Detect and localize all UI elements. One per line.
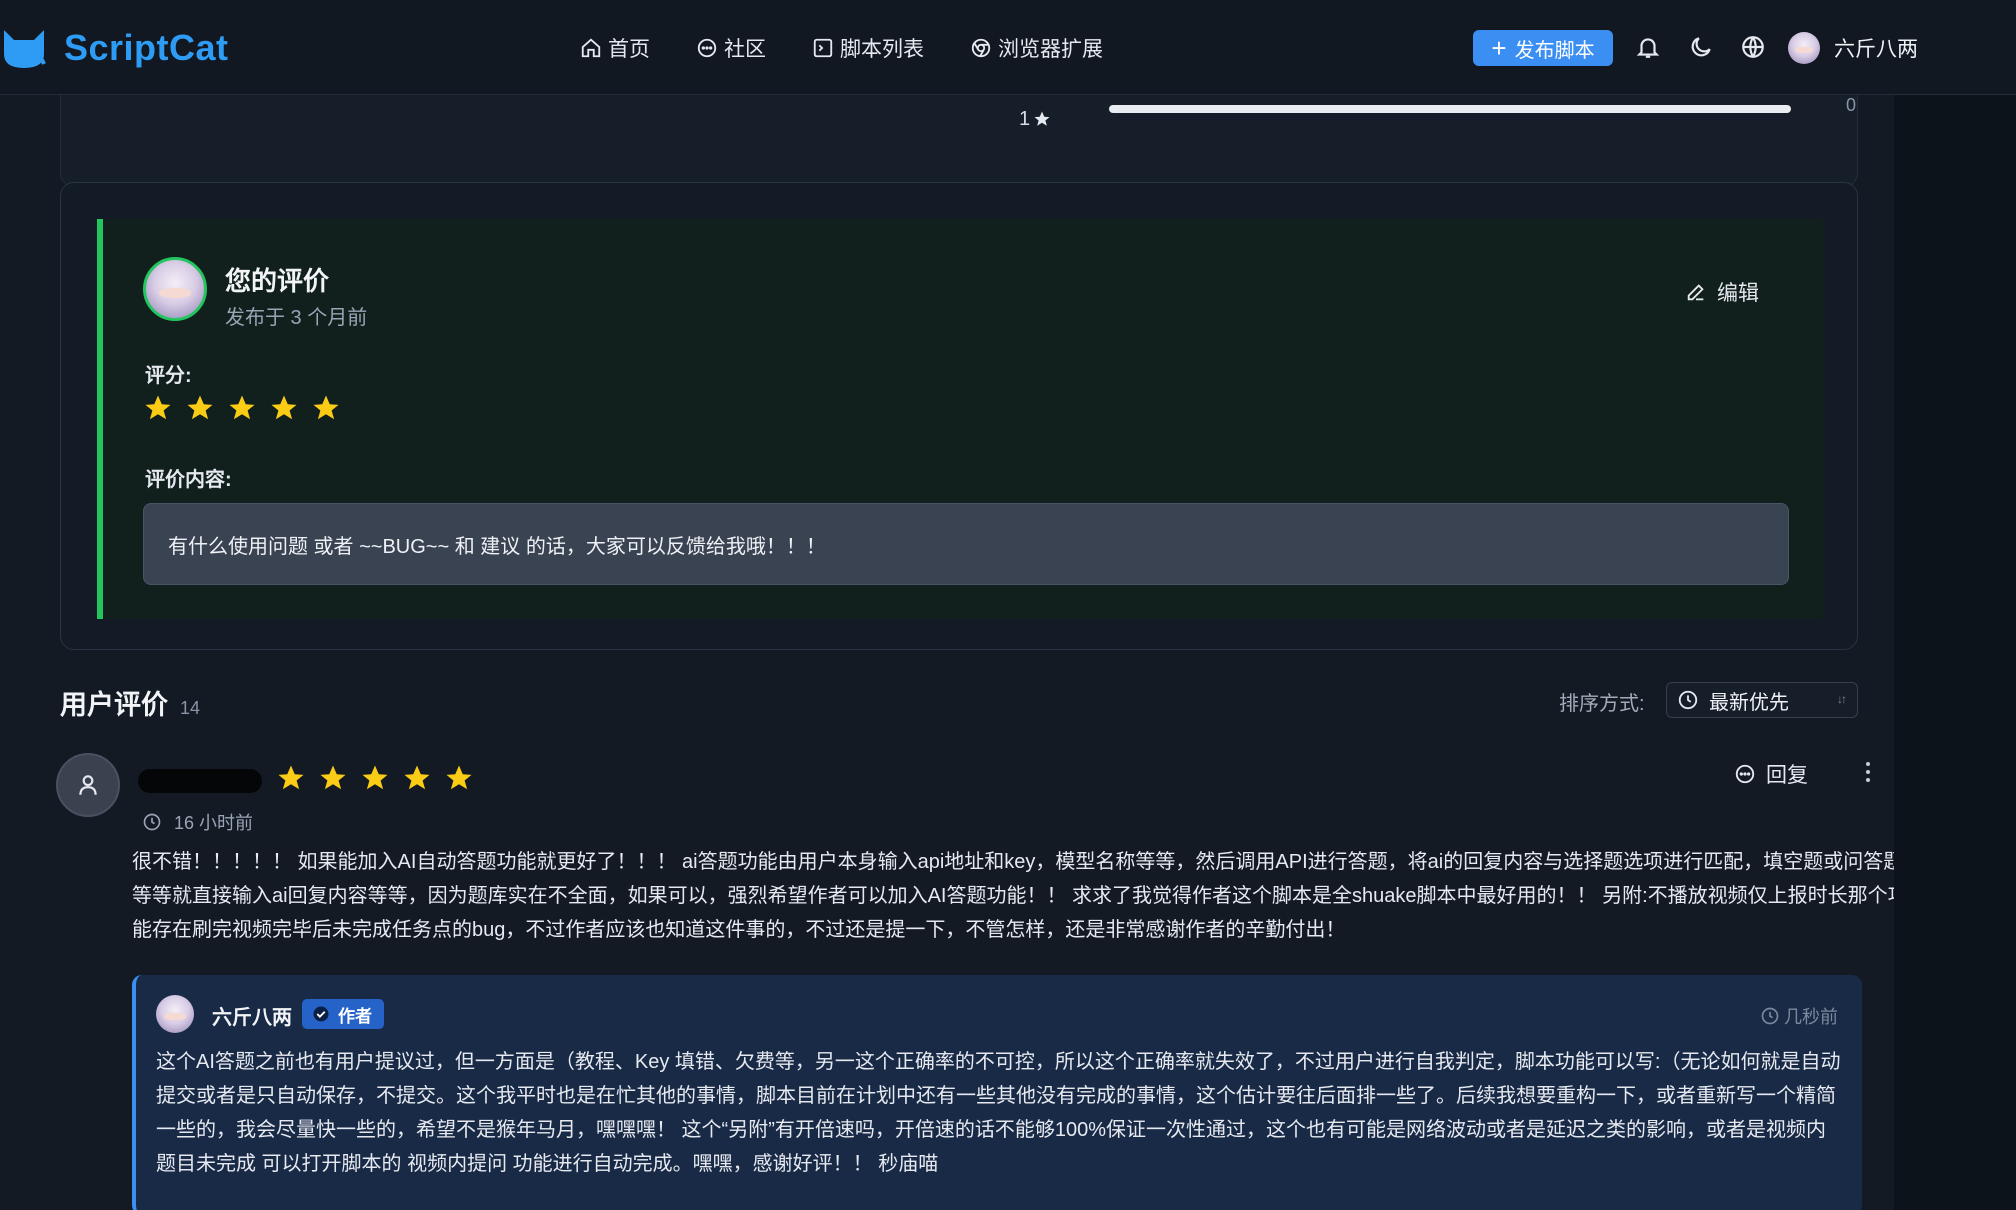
star-icon: [404, 765, 430, 790]
nav-link-label: 首页: [608, 38, 650, 61]
author-badge-label: 作者: [338, 1006, 372, 1026]
user-avatar: [1788, 32, 1820, 64]
your-review-content: 有什么使用问题 或者 ~~BUG~~ 和 建议 的话，大家可以反馈给我哦！！！: [143, 503, 1789, 585]
star-icon: [1034, 111, 1050, 126]
reply-body: 这个AI答题之前也有用户提议过，但一方面是（教程、Key 填错、欠费等，另一这个…: [156, 1051, 1841, 1175]
star-icon: [187, 395, 213, 420]
reply-label: 回复: [1766, 764, 1808, 787]
rating-row: 1: [1019, 104, 1051, 134]
theme-toggle-button[interactable]: [1688, 34, 1714, 60]
publish-script-button[interactable]: + 发布脚本: [1473, 30, 1613, 66]
clock-icon: [1761, 1007, 1779, 1025]
nav-links: 首页 社区 脚本列表 浏览器扩展: [580, 33, 1149, 63]
author-badge: 作者: [302, 999, 384, 1029]
user-name: 六斤八两: [1834, 38, 1918, 61]
review-time: 16 小时前: [142, 809, 253, 835]
sort-value: 最新优先: [1709, 691, 1789, 714]
edit-review-button[interactable]: 编辑: [1685, 277, 1759, 307]
star-icon: [278, 765, 304, 790]
rating-bar: [1109, 105, 1791, 113]
sort-arrows-icon: ↓↑: [1837, 692, 1847, 706]
rating-breakdown-card: 1 0: [60, 95, 1858, 187]
more-options-button[interactable]: [1858, 757, 1878, 787]
your-review-time: 发布于 3 个月前: [225, 307, 368, 329]
language-button[interactable]: [1740, 34, 1766, 60]
score-label: 评分:: [145, 365, 192, 387]
review-time-label: 16 小时前: [174, 813, 254, 833]
brand-name: ScriptCat: [64, 27, 229, 68]
user-reviews-header: 用户评价 14: [60, 683, 200, 722]
top-navbar: ScriptCat 首页 社区 脚本列表 浏览器扩展 + 发布脚本 六斤八两: [0, 0, 2016, 95]
reviewer-avatar: [56, 753, 120, 817]
user-reviews-title: 用户评价: [60, 690, 168, 720]
nav-link-label: 社区: [724, 38, 766, 61]
reply-time-label: 几秒前: [1784, 1007, 1838, 1027]
star-icon: [446, 765, 472, 790]
review-body: 很不错！！！！！ 如果能加入AI自动答题功能就更好了！！！ ai答题功能由用户本…: [132, 851, 1894, 941]
reply-author-name: 六斤八两: [212, 1007, 292, 1029]
review-stars: [276, 763, 486, 793]
chat-icon: [1735, 764, 1755, 784]
your-avatar: [143, 257, 207, 321]
nav-link-home[interactable]: 首页: [580, 33, 650, 63]
your-review-title: 您的评价: [225, 266, 330, 296]
author-reply: 六斤八两 作者 几秒前 这个AI答题之前也有用户提议过，但一方面是（教程、Key…: [132, 975, 1862, 1210]
nav-link-label: 浏览器扩展: [998, 38, 1103, 61]
page-right-gutter: [1894, 95, 2016, 1210]
plus-icon: +: [1491, 33, 1507, 63]
publish-label: 发布脚本: [1514, 39, 1595, 62]
reviewer-name-redacted: [138, 769, 262, 793]
your-review-panel: 您的评价 发布于 3 个月前 编辑 评分: 评价内容: 有什么使用问题 或者 ~…: [97, 219, 1823, 619]
brand[interactable]: ScriptCat: [0, 24, 229, 72]
nav-link-extension[interactable]: 浏览器扩展: [970, 33, 1103, 63]
star-icon: [320, 765, 346, 790]
user-icon: [79, 775, 97, 795]
nav-link-scripts[interactable]: 脚本列表: [812, 33, 924, 63]
sort-select[interactable]: 最新优先 ↓↑: [1666, 682, 1858, 718]
bell-icon: [1636, 38, 1660, 58]
reply-button[interactable]: 回复: [1734, 759, 1808, 789]
rating-row-count: 0: [1846, 95, 1857, 115]
page-left-gutter: [0, 95, 24, 1210]
nav-link-community[interactable]: 社区: [696, 33, 766, 63]
star-icon: [145, 395, 171, 420]
user-reviews-count: 14: [180, 698, 201, 718]
star-icon: [313, 395, 339, 420]
home-icon: [581, 38, 601, 58]
star-icon: [271, 395, 297, 420]
your-review-stars: [143, 393, 353, 423]
edit-label: 编辑: [1717, 282, 1759, 305]
terminal-icon: [813, 38, 833, 58]
star-icon: [362, 765, 388, 790]
star-icon: [229, 395, 255, 420]
chrome-icon: [971, 38, 991, 58]
verified-icon: [313, 1006, 329, 1022]
nav-link-label: 脚本列表: [840, 38, 924, 61]
clock-icon: [143, 813, 161, 831]
globe-icon: [1742, 36, 1764, 58]
your-review-card: 您的评价 发布于 3 个月前 编辑 评分: 评价内容: 有什么使用问题 或者 ~…: [60, 182, 1858, 650]
sort-label: 排序方式:: [1559, 693, 1645, 715]
content-label: 评价内容:: [145, 469, 232, 491]
reply-avatar: [156, 995, 194, 1033]
main-content: 1 0 您的评价 发布于 3 个月前 编辑 评分: 评价内容: 有什么使用问题 …: [24, 95, 1894, 1210]
scriptcat-logo-icon: [4, 30, 46, 68]
chat-icon: [697, 38, 717, 58]
pencil-icon: [1687, 284, 1704, 301]
reply-time: 几秒前: [1760, 1003, 1838, 1029]
user-menu[interactable]: 六斤八两: [1788, 32, 1918, 64]
moon-icon: [1691, 37, 1711, 57]
notifications-button[interactable]: [1635, 34, 1661, 60]
clock-icon: [1678, 690, 1698, 710]
